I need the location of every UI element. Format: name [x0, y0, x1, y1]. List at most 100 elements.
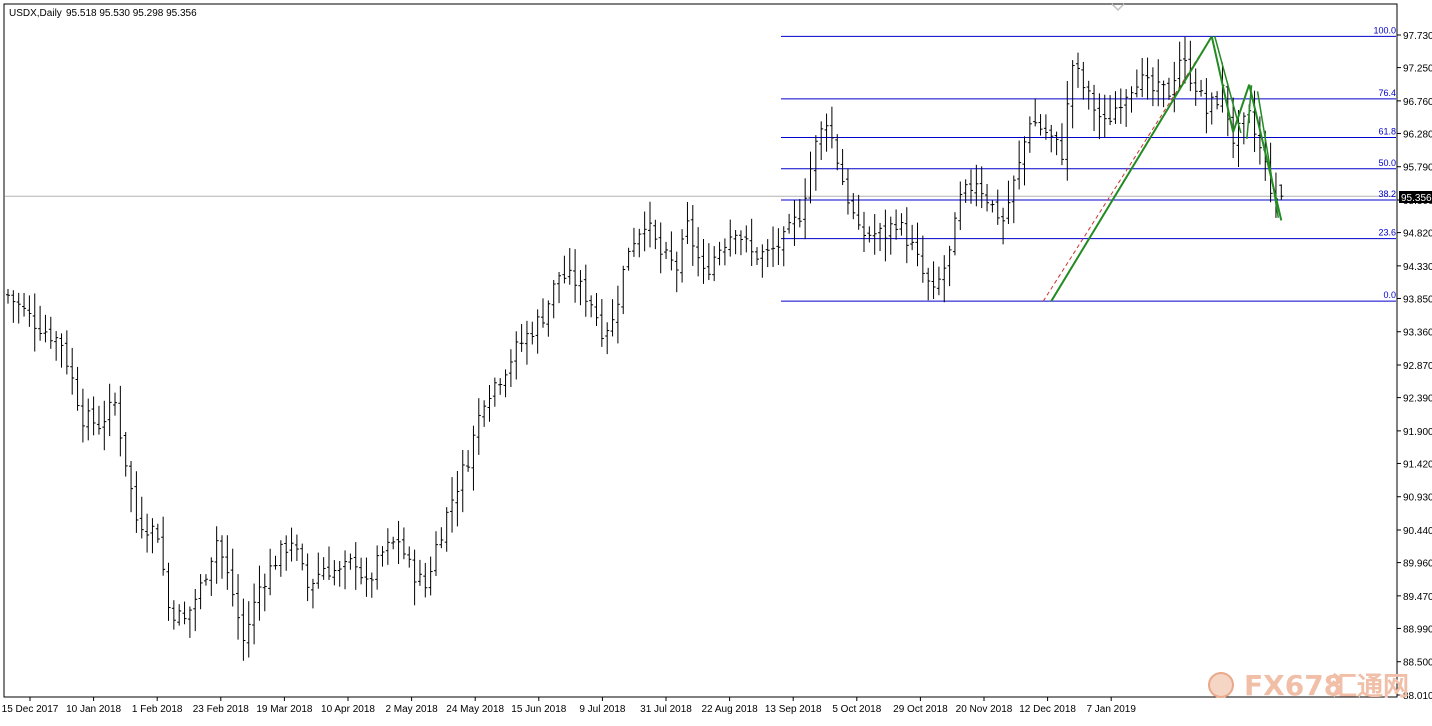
- usdx-daily-chart[interactable]: 0.0 23.6 38.2 50.0 61.8 76.4 100.0 97.730 97.25…: [0, 0, 1432, 721]
- ohlc-bar: [236, 574, 241, 640]
- price-axis[interactable]: 97.73097.25096.76096.28095.79095.30094.8…: [1397, 31, 1432, 702]
- ohlc-bar: [380, 546, 385, 567]
- x-tick-label: 10 Apr 2018: [321, 704, 375, 715]
- y-tick-label: 94.820: [1403, 229, 1432, 240]
- ohlc-bar: [717, 241, 722, 266]
- ohlc-bar: [626, 247, 631, 271]
- ohlc-bar: [102, 400, 107, 451]
- ohlc-bar: [1006, 180, 1011, 225]
- ohlc-bar: [546, 300, 551, 337]
- ohlc-bar: [1193, 68, 1198, 106]
- ohlc-bar: [835, 134, 840, 171]
- plot-frame: [3, 3, 1398, 698]
- ohlc-bar: [776, 228, 781, 266]
- current-price-label: 95.356: [1401, 193, 1432, 204]
- ohlc-bar: [733, 230, 738, 255]
- ohlc-bar: [171, 600, 176, 630]
- fibonacci-retracement[interactable]: 0.0 23.6 38.2 50.0 61.8 76.4 100.0: [781, 25, 1396, 302]
- pattern-leg: [1256, 91, 1280, 218]
- y-tick-label: 96.280: [1403, 129, 1432, 140]
- ohlc-bar: [161, 516, 166, 576]
- ohlc-bar: [1081, 61, 1086, 100]
- watermark-text-latin: FX678: [1244, 669, 1343, 702]
- x-tick-label: 13 Sep 2018: [765, 704, 822, 715]
- ohlc-bar: [96, 405, 101, 435]
- ohlc-bar: [54, 331, 59, 361]
- ohlc-bar: [294, 534, 299, 561]
- ohlc-bar: [669, 231, 674, 271]
- fib-level-label: 50.0: [1378, 158, 1396, 168]
- ohlc-bar: [781, 226, 786, 267]
- ohlc-bar: [947, 245, 952, 287]
- ohlc-bar: [1097, 93, 1102, 140]
- ohlc-bar: [1209, 92, 1214, 125]
- ohlc-bar: [658, 222, 663, 274]
- y-tick-label: 94.330: [1403, 262, 1432, 273]
- ohlc-bar: [466, 450, 471, 472]
- x-tick-label: 7 Jan 2019: [1086, 704, 1136, 715]
- ohlc-bar: [680, 229, 685, 283]
- x-tick-label: 22 Aug 2018: [702, 704, 759, 715]
- ohlc-bar: [878, 222, 883, 252]
- ohlc-bar: [134, 471, 139, 533]
- ohlc-bar: [514, 331, 519, 380]
- ohlc-bar: [712, 246, 717, 282]
- ohlc-bar: [498, 378, 503, 395]
- ohlc-bar: [503, 369, 508, 398]
- ohlc-bar: [755, 247, 759, 266]
- ohlc-bar: [434, 531, 438, 576]
- ohlc-bar: [1161, 80, 1166, 108]
- ohlc-bar: [1188, 40, 1193, 92]
- time-axis[interactable]: 15 Dec 2017 10 Jan 2018 1 Feb 2018 23 Feb 2…: [2, 697, 1137, 715]
- ohlc-bar: [1102, 94, 1107, 138]
- ohlc-bar: [268, 548, 273, 596]
- x-tick-label: 15 Jun 2018: [511, 704, 566, 715]
- ohlc-bar: [118, 385, 123, 457]
- ohlc-bar: [1043, 114, 1048, 140]
- ohlc-readout: 95.518 95.530 95.298 95.356: [66, 8, 197, 19]
- fib-level-label: 38.2: [1378, 189, 1396, 199]
- watermark-logo-icon: [1208, 672, 1234, 698]
- ohlc-bar: [75, 366, 80, 411]
- x-tick-label: 23 Feb 2018: [193, 704, 250, 715]
- ohlc-bar: [958, 181, 963, 231]
- ohlc-bar: [771, 226, 776, 267]
- y-tick-label: 95.790: [1403, 163, 1432, 174]
- ohlc-bar: [1172, 61, 1177, 113]
- ohlc-bar: [412, 549, 417, 606]
- ohlc-bar: [1022, 136, 1027, 186]
- y-tick-label: 92.870: [1403, 361, 1432, 372]
- ohlc-bar: [150, 518, 155, 554]
- ohlc-bar: [942, 255, 947, 303]
- ohlc-bar: [631, 227, 636, 257]
- ohlc-bar: [1279, 184, 1284, 201]
- x-tick-label: 2 May 2018: [385, 704, 438, 715]
- ohlc-bar: [262, 573, 267, 612]
- ohlc-bar: [471, 425, 476, 491]
- ohlc-bar: [48, 316, 53, 349]
- ohlc-bar: [1140, 57, 1145, 98]
- ohlc-bar: [535, 309, 540, 354]
- chart-window[interactable]: 0.0 23.6 38.2 50.0 61.8 76.4 100.0 97.730 97.25…: [0, 0, 1432, 721]
- ohlc-bar: [1092, 84, 1097, 132]
- ohlc-bar: [562, 255, 567, 284]
- ohlc-bar: [70, 347, 75, 395]
- x-tick-label: 10 Jan 2018: [66, 704, 121, 715]
- ohlc-bar: [610, 299, 615, 337]
- fib-level-label: 100.0: [1373, 25, 1396, 35]
- window-control-icon[interactable]: [1111, 3, 1125, 12]
- ohlc-bar: [1145, 57, 1150, 100]
- ohlc-bar: [359, 557, 364, 585]
- ohlc-bar: [166, 562, 171, 621]
- ohlc-bar: [337, 560, 342, 587]
- ohlc-bar: [894, 209, 899, 240]
- ohlc-bar: [722, 238, 727, 266]
- x-tick-label: 15 Dec 2017: [2, 704, 59, 715]
- ohlc-bar: [1241, 112, 1246, 145]
- ohlc-bar: [305, 553, 310, 602]
- ohlc-bar: [760, 244, 765, 278]
- ohlc-bar: [594, 293, 599, 326]
- ohlc-bar: [985, 184, 990, 212]
- ohlc-bar: [353, 542, 358, 590]
- watermark-text-cjk: 汇通网: [1331, 672, 1409, 702]
